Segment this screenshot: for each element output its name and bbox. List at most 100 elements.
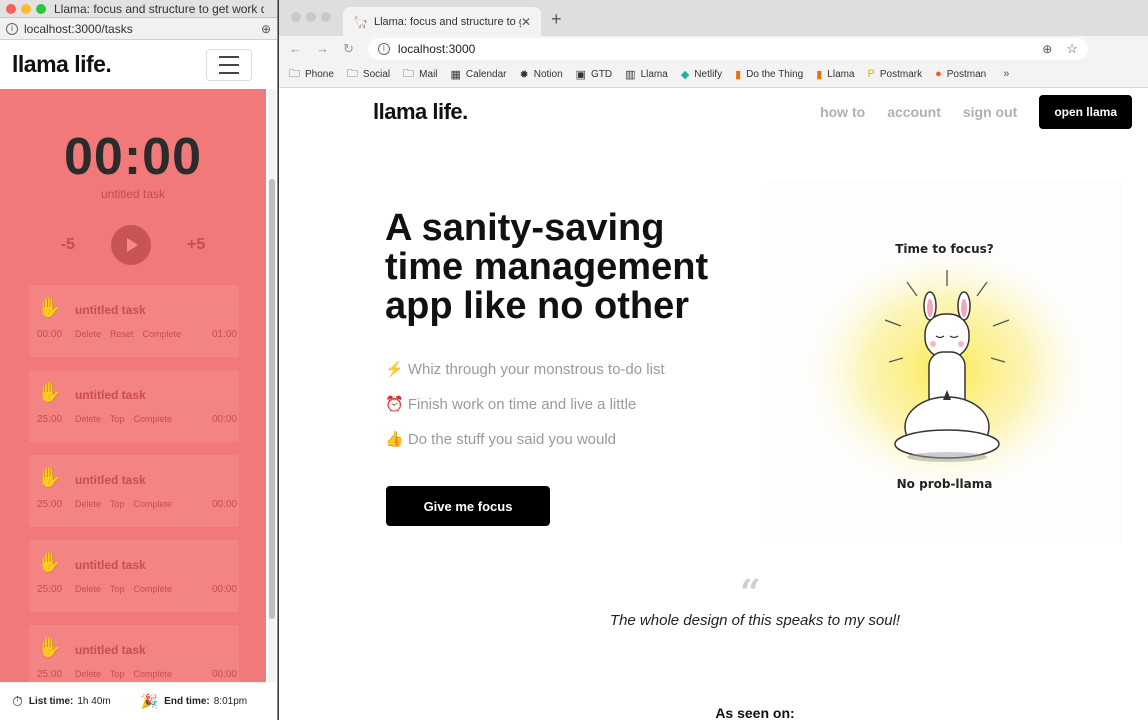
task-time[interactable]: 25:00	[37, 414, 75, 425]
delete-task-button[interactable]: Delete	[75, 669, 101, 680]
feature-bullet: ⏰ Finish work on time and live a little	[385, 396, 637, 413]
popup-scrollbar[interactable]	[268, 89, 276, 682]
bookmark-do-the-thing[interactable]: ▮ Do the Thing	[735, 68, 803, 81]
wave-icon[interactable]: ✋	[37, 295, 62, 320]
open-llama-button[interactable]: open llama	[1039, 95, 1132, 129]
bookmarks-bar: 🗀 Phone 🗀 Social 🗀 Mail ▦ Calendar ✹ Notion ▣…	[279, 61, 1148, 88]
bookmark-calendar[interactable]: ▦ Calendar	[451, 68, 507, 81]
complete-task-button[interactable]: Complete	[134, 584, 173, 595]
bookmark-social[interactable]: 🗀 Social	[347, 65, 390, 84]
postman-icon: ●	[935, 68, 942, 80]
task-name[interactable]: untitled task	[75, 388, 146, 402]
popup-address-bar[interactable]: i localhost:3000/tasks ⊕	[0, 18, 277, 40]
minus-five-button[interactable]: -5	[61, 236, 75, 254]
wave-icon[interactable]: ✋	[37, 635, 62, 660]
app-logo[interactable]: llama life.	[12, 51, 112, 78]
top-task-button[interactable]: Top	[110, 414, 125, 425]
complete-task-button[interactable]: Complete	[134, 414, 173, 425]
nav-account[interactable]: account	[887, 104, 941, 120]
task-end-time: 00:00	[211, 584, 237, 595]
task-name[interactable]: untitled task	[75, 473, 146, 487]
task-time[interactable]: 25:00	[37, 499, 75, 510]
bookmark-star-icon[interactable]: ☆	[1066, 41, 1078, 57]
hamburger-icon	[219, 55, 239, 58]
wave-icon[interactable]: ✋	[37, 380, 62, 405]
delete-task-button[interactable]: Delete	[75, 329, 101, 340]
hero-title: A sanity-saving time management app like…	[385, 207, 709, 327]
address-bar[interactable]: i localhost:3000 ⊕ ☆	[367, 37, 1088, 60]
top-task-button[interactable]: Top	[110, 499, 125, 510]
task-card[interactable]: ✋ untitled task 25:00 Delete Top Complet…	[29, 625, 239, 682]
give-me-focus-button[interactable]: Give me focus	[386, 486, 550, 526]
info-icon[interactable]: i	[6, 22, 18, 35]
reload-icon[interactable]: ↻	[343, 41, 354, 57]
calendar-icon: ▦	[450, 68, 461, 81]
task-card[interactable]: ✋ untitled task 00:00 Delete Reset Compl…	[29, 285, 239, 357]
task-card[interactable]: ✋ untitled task 25:00 Delete Top Complet…	[29, 370, 239, 442]
minimize-window-button[interactable]	[21, 3, 31, 14]
close-tab-icon[interactable]: ✕	[521, 15, 531, 29]
top-task-button[interactable]: Top	[110, 584, 125, 595]
task-time[interactable]: 25:00	[37, 584, 75, 595]
maximize-window-button[interactable]	[36, 3, 46, 14]
tab-llama[interactable]: 🦙 Llama: focus and structure to g ✕	[343, 7, 541, 36]
top-task-button[interactable]: Top	[110, 669, 125, 680]
delete-task-button[interactable]: Delete	[75, 499, 101, 510]
nav-sign-out[interactable]: sign out	[963, 104, 1017, 120]
task-name[interactable]: untitled task	[75, 303, 146, 317]
zoom-icon[interactable]: ⊕	[1042, 42, 1052, 56]
back-icon[interactable]: ←	[289, 41, 302, 56]
complete-task-button[interactable]: Complete	[134, 669, 173, 680]
menu-button[interactable]	[206, 48, 252, 81]
task-name[interactable]: untitled task	[75, 643, 146, 657]
as-seen-on-heading: As seen on:	[715, 705, 795, 720]
info-icon[interactable]: i	[377, 42, 390, 55]
zoom-icon[interactable]: ⊕	[261, 22, 271, 36]
scrollbar-thumb[interactable]	[269, 179, 275, 619]
delete-task-button[interactable]: Delete	[75, 584, 101, 595]
nav-how-to[interactable]: how to	[820, 104, 865, 120]
llama-illustration: Time to focus? No prob-llama	[767, 182, 1122, 544]
bookmark-gtd[interactable]: ▣ GTD	[576, 68, 613, 81]
close-window-button[interactable]	[291, 12, 301, 22]
window-controls	[6, 3, 46, 14]
new-tab-button[interactable]: +	[551, 9, 562, 30]
folder-icon: 🗀	[346, 67, 358, 80]
bookmark-postmark[interactable]: P Postmark	[868, 68, 923, 80]
wave-icon[interactable]: ✋	[37, 550, 62, 575]
tab-strip: 🦙 Llama: focus and structure to g ✕ +	[279, 0, 1148, 36]
task-card[interactable]: ✋ untitled task 25:00 Delete Top Complet…	[29, 540, 239, 612]
popup-titlebar: Llama: focus and structure to get work d…	[0, 0, 277, 18]
minimize-window-button[interactable]	[306, 12, 316, 22]
bookmark-llama-trello[interactable]: ▥ Llama	[625, 68, 668, 81]
task-name[interactable]: untitled task	[75, 558, 146, 572]
folder-icon: 🗀	[289, 67, 300, 80]
complete-task-button[interactable]: Complete	[143, 329, 182, 340]
llama-favicon-icon: 🦙	[353, 14, 368, 29]
task-end-time: 00:00	[211, 499, 237, 510]
complete-task-button[interactable]: Complete	[134, 499, 173, 510]
wave-icon[interactable]: ✋	[37, 465, 62, 490]
bookmark-postman[interactable]: ● Postman	[935, 68, 986, 80]
bookmark-netlify[interactable]: ◆ Netlify	[681, 68, 722, 81]
more-bookmarks-icon[interactable]: »	[1003, 68, 1009, 80]
play-button[interactable]	[110, 225, 151, 265]
plus-five-button[interactable]: +5	[187, 236, 205, 254]
delete-task-button[interactable]: Delete	[75, 414, 101, 425]
list-time-value: 1h 40m	[77, 696, 111, 707]
task-card[interactable]: ✋ untitled task 25:00 Delete Top Complet…	[29, 455, 239, 527]
forward-icon[interactable]: →	[316, 41, 329, 56]
task-time[interactable]: 00:00	[37, 329, 75, 340]
task-time[interactable]: 25:00	[37, 669, 75, 680]
bookmark-phone[interactable]: 🗀 Phone	[289, 65, 334, 84]
illustration-top-text: Time to focus?	[895, 242, 994, 256]
bookmark-notion[interactable]: ✹ Notion	[520, 68, 563, 81]
close-window-button[interactable]	[6, 3, 16, 14]
analytics-icon: ▮	[735, 68, 742, 81]
reset-task-button[interactable]: Reset	[110, 329, 134, 340]
maximize-window-button[interactable]	[321, 12, 331, 22]
site-logo[interactable]: llama life.	[373, 99, 468, 125]
list-time-label: List time:	[28, 696, 74, 707]
bookmark-llama-analytics[interactable]: ▮ Llama	[816, 68, 854, 81]
bookmark-mail[interactable]: 🗀 Mail	[403, 65, 437, 84]
